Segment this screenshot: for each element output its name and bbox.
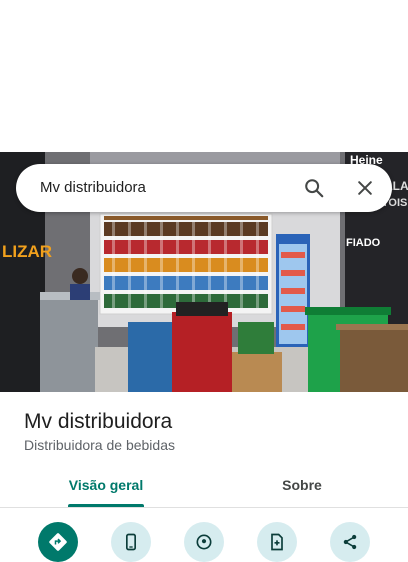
close-icon[interactable] [349, 172, 381, 204]
share-icon [343, 534, 357, 550]
phone-icon [126, 533, 136, 551]
wall-text-lizar: LIZAR [2, 242, 52, 261]
tab-bar: Visão geral Sobre [0, 470, 408, 508]
share-button[interactable] [330, 522, 370, 562]
wall-text-fiado: FIADO [346, 237, 381, 249]
tab-about[interactable]: Sobre [242, 470, 362, 506]
location-icon [196, 534, 212, 550]
place-category[interactable]: Distribuidora de bebidas [24, 437, 175, 453]
directions-icon [49, 533, 67, 551]
search-bar[interactable]: Mv distribuidora [16, 164, 392, 212]
save-button[interactable] [257, 522, 297, 562]
call-button[interactable] [111, 522, 151, 562]
search-icon[interactable] [298, 172, 330, 204]
save-icon [271, 533, 283, 551]
tab-overview[interactable]: Visão geral [46, 470, 166, 506]
nearby-button[interactable] [184, 522, 224, 562]
place-title: Mv distribuidora [24, 410, 173, 433]
search-input[interactable]: Mv distribuidora [40, 164, 146, 212]
directions-button[interactable] [38, 522, 78, 562]
divider [0, 507, 408, 508]
